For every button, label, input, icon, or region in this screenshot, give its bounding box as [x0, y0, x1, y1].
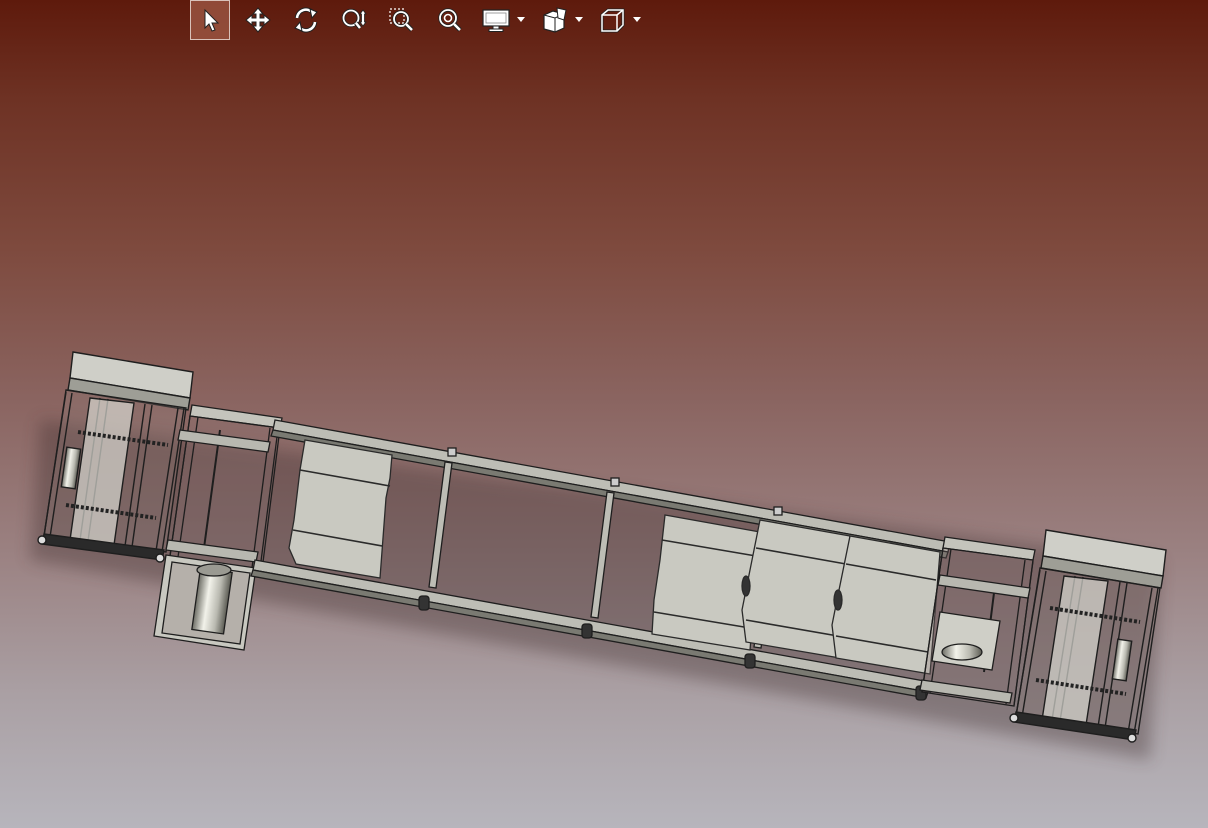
move-arrows-icon	[245, 7, 271, 33]
rotate-icon	[294, 7, 318, 33]
caret-down-icon	[575, 17, 583, 22]
conveyor-assembly-model[interactable]	[0, 0, 1208, 828]
view-toolbar	[190, 0, 652, 40]
section-view-dropdown[interactable]	[572, 0, 586, 40]
display-style-dropdown[interactable]	[514, 0, 528, 40]
zoom-to-area-button[interactable]	[382, 0, 422, 40]
display-style-group	[478, 0, 528, 40]
zoom-to-fit-button[interactable]	[430, 0, 470, 40]
view-orientation-dropdown[interactable]	[630, 0, 644, 40]
section-cube-icon	[543, 7, 567, 33]
3d-viewport[interactable]	[0, 0, 1208, 828]
zoom-in-out-icon	[341, 8, 367, 30]
section-view-button[interactable]	[536, 0, 572, 40]
zoom-fit-icon	[438, 8, 462, 32]
zoom-in-out-button[interactable]	[334, 0, 374, 40]
select-tool-button[interactable]	[190, 0, 230, 40]
pan-tool-button[interactable]	[238, 0, 278, 40]
monitor-icon	[482, 9, 510, 32]
arrow-cursor-icon	[204, 8, 220, 32]
cube-view-icon	[600, 8, 625, 33]
caret-down-icon	[633, 17, 641, 22]
model-drawing	[30, 351, 1167, 760]
view-orientation-button[interactable]	[594, 0, 630, 40]
rotate-tool-button[interactable]	[286, 0, 326, 40]
section-view-group	[536, 0, 586, 40]
zoom-area-icon	[389, 8, 414, 32]
display-style-button[interactable]	[478, 0, 514, 40]
view-orientation-group	[594, 0, 644, 40]
caret-down-icon	[517, 17, 525, 22]
